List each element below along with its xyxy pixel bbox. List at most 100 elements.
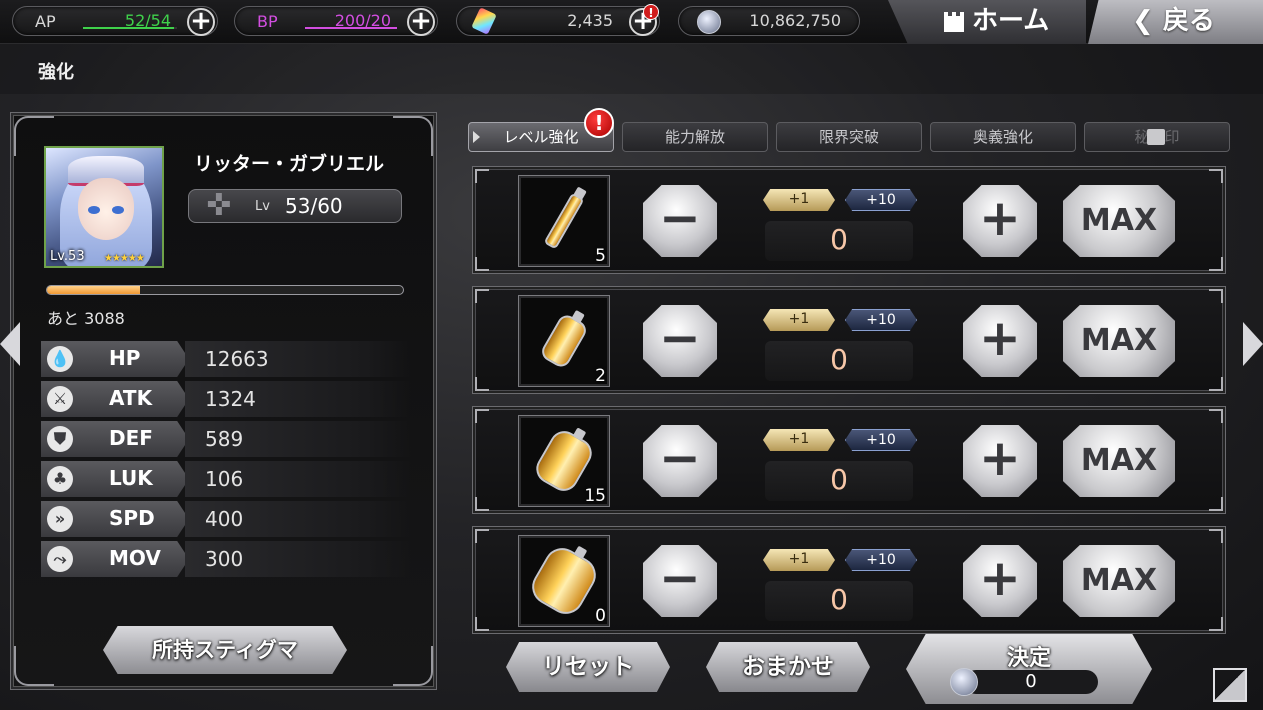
row-corner bbox=[475, 529, 489, 543]
plus-one-button[interactable]: +1 bbox=[763, 429, 835, 451]
exp-potion-icon bbox=[525, 541, 603, 621]
tab-notification-badge: ! bbox=[584, 108, 614, 138]
decrease-button[interactable]: − bbox=[643, 425, 717, 497]
row-corner bbox=[475, 497, 489, 511]
row-corner bbox=[475, 257, 489, 271]
plus-one-button[interactable]: +1 bbox=[763, 309, 835, 331]
ap-bar-fill bbox=[83, 27, 174, 29]
stat-name: DEF bbox=[109, 426, 153, 450]
quantity-box: 0 bbox=[765, 221, 913, 261]
exp-bar bbox=[46, 285, 404, 295]
page-title: 強化 bbox=[38, 62, 74, 83]
plus-one-button[interactable]: +1 bbox=[763, 189, 835, 211]
quantity-box: 0 bbox=[765, 461, 913, 501]
quantity-value: 0 bbox=[830, 223, 848, 256]
previous-character-arrow-icon[interactable] bbox=[0, 322, 20, 366]
coin-value: 10,862,750 bbox=[749, 11, 841, 30]
menu-corner-icon[interactable] bbox=[1213, 668, 1247, 702]
exp-potion-icon bbox=[543, 186, 587, 250]
increase-button[interactable]: + bbox=[963, 185, 1037, 257]
speed-icon: » bbox=[47, 506, 73, 532]
stat-row: » SPD 400 bbox=[41, 501, 411, 537]
home-button[interactable]: ホーム bbox=[888, 0, 1086, 44]
ornament-corner bbox=[393, 116, 433, 156]
increase-button[interactable]: + bbox=[963, 305, 1037, 377]
stat-value: 400 bbox=[205, 507, 244, 531]
cost-box: 0 bbox=[964, 670, 1098, 694]
plus-ten-button[interactable]: +10 bbox=[845, 549, 917, 571]
add-ap-button[interactable]: + bbox=[187, 8, 215, 36]
title-strip bbox=[0, 44, 1263, 94]
decrease-button[interactable]: − bbox=[643, 545, 717, 617]
chevron-left-icon: ❮ bbox=[1132, 6, 1154, 36]
stat-value: 1324 bbox=[205, 387, 256, 411]
stat-row: ♣ LUK 106 bbox=[41, 461, 411, 497]
stat-name: SPD bbox=[109, 506, 155, 530]
exp-potion-icon bbox=[538, 309, 590, 371]
gem-value: 2,435 bbox=[567, 11, 613, 30]
stat-name: HP bbox=[109, 346, 141, 370]
character-name: リッター・ガブリエル bbox=[194, 153, 385, 175]
item-count: 5 bbox=[595, 246, 606, 266]
bp-bar bbox=[305, 27, 397, 29]
item-slot[interactable]: 0 bbox=[518, 535, 610, 627]
character-portrait[interactable]: Lv.53 ★★★★★ bbox=[44, 146, 164, 268]
reset-button[interactable]: リセット bbox=[506, 642, 670, 692]
portrait-face bbox=[78, 178, 134, 240]
item-count: 15 bbox=[584, 486, 606, 506]
max-button[interactable]: MAX bbox=[1063, 545, 1175, 617]
next-character-arrow-icon[interactable] bbox=[1243, 322, 1263, 366]
ap-counter: AP 52/54 + bbox=[12, 6, 218, 36]
decrease-button[interactable]: − bbox=[643, 185, 717, 257]
tab-ability-unlock[interactable]: 能力解放 bbox=[622, 122, 768, 152]
home-label: ホーム bbox=[972, 6, 1050, 36]
exp-remaining: あと 3088 bbox=[47, 309, 125, 328]
item-slot[interactable]: 15 bbox=[518, 415, 610, 507]
sword-icon: ⚔ bbox=[47, 386, 73, 412]
back-button[interactable]: ❮ 戻る bbox=[1088, 0, 1263, 44]
row-corner bbox=[1209, 289, 1223, 303]
item-count: 2 bbox=[595, 366, 606, 386]
tab-ultimate-enhance[interactable]: 奥義強化 bbox=[930, 122, 1076, 152]
plus-one-button[interactable]: +1 bbox=[763, 549, 835, 571]
back-label: 戻る bbox=[1162, 6, 1215, 36]
stat-name: MOV bbox=[109, 546, 161, 570]
row-corner bbox=[1209, 409, 1223, 423]
increase-button[interactable]: + bbox=[963, 545, 1037, 617]
portrait-level: Lv.53 bbox=[50, 249, 85, 264]
auto-select-button[interactable]: おまかせ bbox=[706, 642, 870, 692]
portrait-eye bbox=[88, 206, 100, 214]
confirm-button[interactable]: 決定 0 bbox=[906, 634, 1152, 704]
level-prefix: Lv bbox=[255, 199, 270, 214]
tab-limit-break[interactable]: 限界突破 bbox=[776, 122, 922, 152]
row-corner bbox=[1209, 169, 1223, 183]
stat-row: ⛊ DEF 589 bbox=[41, 421, 411, 457]
exp-bar-fill bbox=[47, 286, 140, 294]
max-button[interactable]: MAX bbox=[1063, 425, 1175, 497]
decrease-button[interactable]: − bbox=[643, 305, 717, 377]
row-corner bbox=[475, 289, 489, 303]
ap-label: AP bbox=[35, 12, 56, 31]
drop-icon: 💧 bbox=[47, 346, 73, 372]
tab-secret-seal: 秘 印 bbox=[1084, 122, 1230, 152]
quantity-value: 0 bbox=[830, 463, 848, 496]
plus-ten-button[interactable]: +10 bbox=[845, 189, 917, 211]
item-slot[interactable]: 2 bbox=[518, 295, 610, 387]
stat-value: 106 bbox=[205, 467, 244, 491]
boot-icon: ⤳ bbox=[47, 546, 73, 572]
plus-ten-button[interactable]: +10 bbox=[845, 309, 917, 331]
owned-stigma-button[interactable]: 所持スティグマ bbox=[103, 626, 347, 674]
row-corner bbox=[1209, 529, 1223, 543]
plus-ten-button[interactable]: +10 bbox=[845, 429, 917, 451]
add-bp-button[interactable]: + bbox=[407, 8, 435, 36]
ornament-corner bbox=[14, 646, 54, 686]
row-corner bbox=[1209, 497, 1223, 511]
max-button[interactable]: MAX bbox=[1063, 185, 1175, 257]
increase-button[interactable]: + bbox=[963, 425, 1037, 497]
buy-gems-button[interactable]: + ! bbox=[629, 4, 659, 36]
bp-counter: BP 200/20 + bbox=[234, 6, 438, 36]
item-slot[interactable]: 5 bbox=[518, 175, 610, 267]
max-button[interactable]: MAX bbox=[1063, 305, 1175, 377]
item-row: 0 − +1 +10 0 + MAX bbox=[472, 526, 1226, 634]
row-corner bbox=[1209, 257, 1223, 271]
